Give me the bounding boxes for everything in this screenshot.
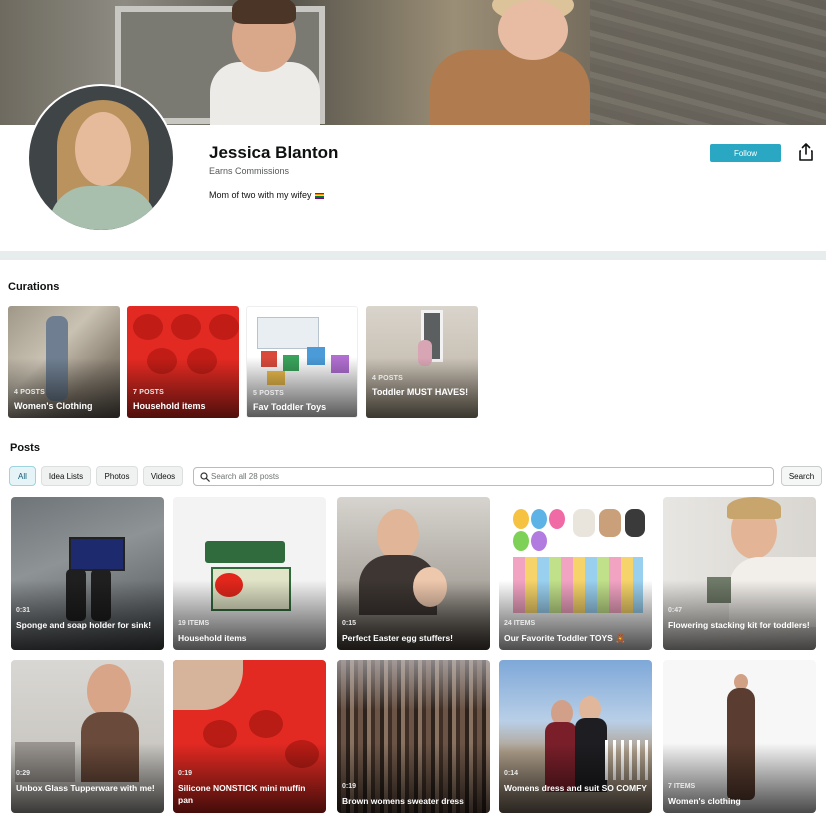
easter-egg: [549, 509, 565, 529]
profile-bio-text: Mom of two with my wifey: [209, 190, 312, 200]
follow-button[interactable]: Follow: [710, 144, 781, 162]
tv-screen: [69, 537, 125, 571]
card-shade: [499, 743, 652, 813]
avatar: [27, 84, 175, 232]
post-card[interactable]: 7 ITEMS Women's clothing: [663, 660, 816, 813]
post-label: Women's clothing: [668, 796, 741, 806]
post-card[interactable]: 24 ITEMS Our Favorite Toddler TOYS 🧸: [499, 497, 652, 650]
banner-toddler-body: [430, 50, 590, 125]
curation-count: 4 POSTS: [372, 375, 403, 382]
post-label: Household items: [178, 633, 247, 643]
curation-card[interactable]: 4 POSTS Toddler MUST HAVES!: [366, 306, 478, 418]
filter-photos[interactable]: Photos: [96, 466, 138, 486]
filter-videos[interactable]: Videos: [143, 466, 183, 486]
person-face: [87, 664, 131, 718]
hand: [173, 660, 243, 710]
post-card[interactable]: 0:19 Silicone NONSTICK mini muffin pan: [173, 660, 326, 813]
muffin-cup: [209, 314, 239, 340]
post-card[interactable]: 0:31 Sponge and soap holder for sink!: [11, 497, 164, 650]
plush-toy: [625, 509, 645, 537]
post-label: Our Favorite Toddler TOYS 🧸: [504, 633, 626, 643]
avatar-shirt: [49, 186, 157, 230]
sky: [337, 660, 490, 710]
plush-toy: [573, 509, 595, 537]
post-meta: 0:14: [504, 770, 519, 777]
post-meta: 0:15: [342, 620, 357, 627]
filter-all[interactable]: All: [9, 466, 36, 486]
section-divider: [0, 251, 826, 260]
post-meta: 0:19: [178, 770, 193, 777]
rainbow-flag-icon: [314, 192, 324, 199]
card-shade: [11, 580, 164, 650]
avatar-face: [75, 112, 131, 186]
share-icon[interactable]: [798, 143, 814, 161]
post-label: Womens dress and suit SO COMFY: [504, 783, 647, 793]
posts-search[interactable]: [193, 467, 774, 486]
muffin-cup: [249, 710, 283, 738]
profile-bio: Mom of two with my wifey: [209, 190, 324, 200]
post-card[interactable]: 0:14 Womens dress and suit SO COMFY: [499, 660, 652, 813]
curations-title: Curations: [8, 281, 60, 293]
post-label: Perfect Easter egg stuffers!: [342, 633, 454, 643]
curation-label: Toddler MUST HAVES!: [372, 387, 469, 397]
curation-label: Women's Clothing: [14, 401, 93, 411]
post-card[interactable]: 0:19 Brown womens sweater dress: [337, 660, 490, 813]
post-meta: 0:31: [16, 607, 31, 614]
post-meta: 0:29: [16, 770, 31, 777]
curation-count: 5 POSTS: [253, 390, 284, 397]
banner-toddler-face: [498, 0, 568, 60]
search-input[interactable]: [211, 469, 751, 484]
post-meta: 0:19: [342, 783, 357, 790]
post-meta: 24 ITEMS: [504, 620, 536, 627]
toy-box: [257, 317, 319, 349]
muffin-cup: [133, 314, 163, 340]
card-shade: [663, 580, 816, 650]
easter-egg: [531, 509, 547, 529]
search-button[interactable]: Search: [781, 466, 822, 486]
plush-toy: [599, 509, 621, 537]
post-card[interactable]: 0:15 Perfect Easter egg stuffers!: [337, 497, 490, 650]
easter-egg: [531, 531, 547, 551]
post-meta: 7 ITEMS: [668, 783, 696, 790]
banner-wall: [590, 0, 826, 125]
post-meta: 0:47: [668, 607, 683, 614]
post-label: Flowering stacking kit for toddlers!: [668, 620, 810, 630]
post-label: Sponge and soap holder for sink!: [16, 620, 152, 630]
easter-egg: [513, 531, 529, 551]
profile-subtitle: Earns Commissions: [209, 166, 290, 176]
post-card[interactable]: 0:29 Unbox Glass Tupperware with me!: [11, 660, 164, 813]
easter-egg: [513, 509, 529, 529]
person-face: [377, 509, 419, 561]
curation-card[interactable]: 4 POSTS Women's Clothing: [8, 306, 120, 418]
search-icon: [200, 472, 210, 482]
curation-card[interactable]: 5 POSTS Fav Toddler Toys: [246, 306, 358, 418]
muffin-cup: [171, 314, 201, 340]
curation-count: 4 POSTS: [14, 389, 45, 396]
banner-child-hair: [232, 0, 296, 24]
post-label: Silicone NONSTICK mini muffin pan: [178, 783, 306, 805]
post-card[interactable]: 19 ITEMS Household items: [173, 497, 326, 650]
post-meta: 19 ITEMS: [178, 620, 210, 627]
profile-name: Jessica Blanton: [209, 143, 339, 162]
post-label: Brown womens sweater dress: [342, 796, 464, 806]
curation-label: Household items: [133, 401, 206, 411]
post-label: Unbox Glass Tupperware with me!: [16, 783, 155, 793]
filter-idea-lists[interactable]: Idea Lists: [41, 466, 91, 486]
curation-card[interactable]: 7 POSTS Household items: [127, 306, 239, 418]
person-hair: [727, 497, 781, 519]
post-card[interactable]: 0:47 Flowering stacking kit for toddlers…: [663, 497, 816, 650]
card-shade: [11, 743, 164, 813]
curation-label: Fav Toddler Toys: [253, 402, 327, 412]
curation-count: 7 POSTS: [133, 389, 164, 396]
sponge-pack: [205, 541, 285, 563]
posts-title: Posts: [10, 442, 40, 454]
